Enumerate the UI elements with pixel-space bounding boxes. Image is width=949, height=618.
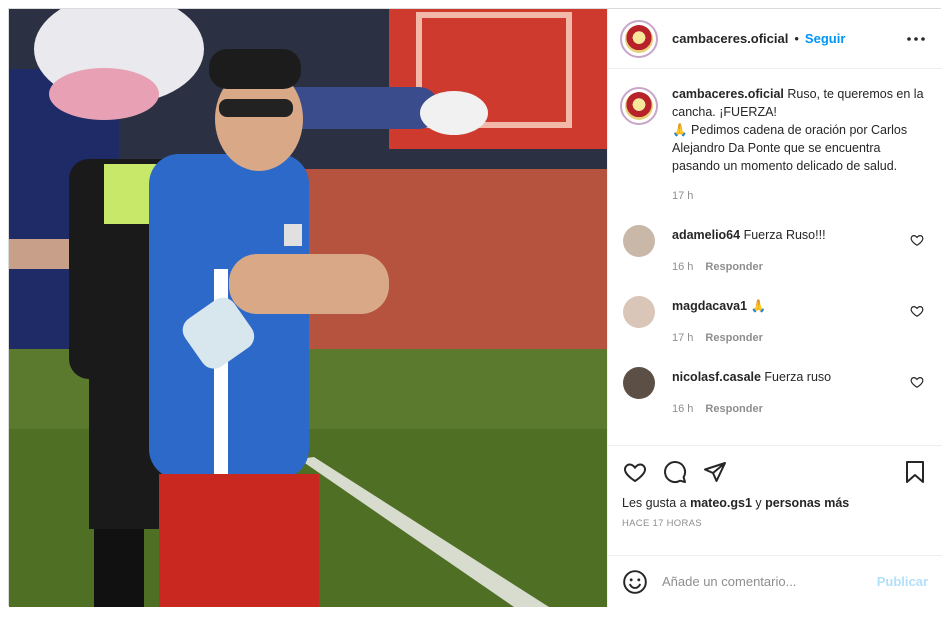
comment-input[interactable] [662,574,877,589]
post-actions: Les gusta a mateo.gs1 y personas más HAC… [608,445,942,529]
likes-prefix: Les gusta a [622,496,691,510]
comment-username[interactable]: nicolasf.casale [672,370,761,384]
comment-time: 17 h [672,332,694,344]
author-avatar[interactable] [620,19,658,58]
publish-button[interactable]: Publicar [877,574,928,589]
action-bar [622,458,928,486]
likes-middle: y [751,496,766,510]
comment-item: nicolasf.casale Fuerza ruso 16 h Responde… [620,367,928,418]
likes-summary: Les gusta a mateo.gs1 y personas más [622,496,928,510]
reply-button[interactable]: Responder [705,332,762,344]
follow-button[interactable]: Seguir [805,31,845,46]
comments-list[interactable]: cambaceres.oficial Ruso, te queremos en … [608,69,942,445]
comment-body: magdacava1 🙏 17 h Responder [672,296,902,347]
club-crest-icon [625,24,653,53]
comment-username[interactable]: adamelio64 [672,228,740,242]
more-horizontal-icon[interactable] [904,27,928,51]
commenter-avatar[interactable] [623,296,655,328]
smiley-icon[interactable] [622,569,648,595]
comment-meta: 16 h Responder [672,259,902,276]
reply-button[interactable]: Responder [705,403,762,415]
caption-text-block: cambaceres.oficial Ruso, te queremos en … [672,85,926,205]
post-photo[interactable] [9,9,607,607]
post-frame: cambaceres.oficial • Seguir cambaceres.o… [8,8,942,607]
comment-heart-icon[interactable] [910,375,924,389]
add-comment-bar: Publicar [608,555,942,607]
comment-item: magdacava1 🙏 17 h Responder [620,296,928,347]
post-header: cambaceres.oficial • Seguir [608,9,942,69]
likes-others-link[interactable]: personas más [765,496,849,510]
caption-username[interactable]: cambaceres.oficial [672,87,784,101]
comment-time: 16 h [672,261,694,273]
author-username[interactable]: cambaceres.oficial [672,31,788,46]
club-crest-icon [625,92,653,120]
comment-meta: 16 h Responder [672,401,902,418]
liker-username[interactable]: mateo.gs1 [690,496,752,510]
heart-icon[interactable] [622,459,648,485]
reply-button[interactable]: Responder [705,261,762,273]
comment-text: Fuerza Ruso!!! [740,228,826,242]
commenter-avatar[interactable] [623,225,655,257]
comment-body: nicolasf.casale Fuerza ruso 16 h Responde… [672,367,902,418]
post-date: HACE 17 HORAS [622,518,702,529]
comment-bubble-icon[interactable] [662,459,688,485]
comment-username[interactable]: magdacava1 [672,299,747,313]
post-side-panel: cambaceres.oficial • Seguir cambaceres.o… [607,9,942,607]
comment-body: adamelio64 Fuerza Ruso!!! 16 h Responder [672,225,902,276]
comment-time: 16 h [672,403,694,415]
commenter-avatar[interactable] [623,367,655,399]
comment-text: Fuerza ruso [760,370,832,384]
caption-avatar[interactable] [620,87,658,125]
caption-time: 17 h [672,190,694,202]
header-separator: • [794,31,799,46]
post-caption: cambaceres.oficial Ruso, te queremos en … [620,85,928,205]
post-photo-image [9,9,607,607]
comment-text: 🙏 [747,299,767,313]
bookmark-icon[interactable] [902,459,928,485]
paper-plane-icon[interactable] [702,459,728,485]
comment-heart-icon[interactable] [910,233,924,247]
comment-meta: 17 h Responder [672,330,902,347]
comment-heart-icon[interactable] [910,304,924,318]
caption-line-2: 🙏 Pedimos cadena de oración por Carlos A… [672,123,908,173]
comment-item: adamelio64 Fuerza Ruso!!! 16 h Responder [620,225,928,276]
